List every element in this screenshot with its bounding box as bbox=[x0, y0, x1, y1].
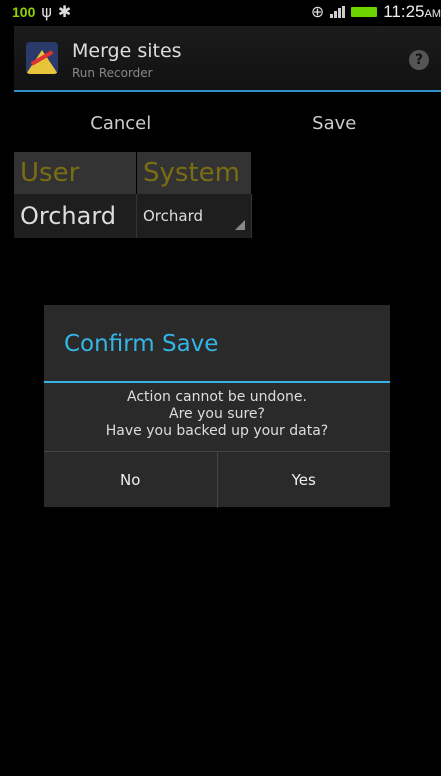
table-row: Orchard Orchard bbox=[14, 194, 252, 238]
app-logo-icon[interactable] bbox=[26, 42, 58, 74]
dialog-message-line: Have you backed up your data? bbox=[105, 423, 329, 439]
spinner-arrow-icon bbox=[235, 220, 245, 230]
help-icon[interactable]: ? bbox=[409, 50, 429, 70]
status-bar: 100 ψ ✱ ⊕ 11:25AM bbox=[0, 0, 441, 26]
yes-button[interactable]: Yes bbox=[218, 452, 391, 508]
confirm-dialog: Confirm Save Action cannot be undone. Ar… bbox=[44, 305, 390, 508]
table-header-row: User System bbox=[14, 152, 252, 194]
dialog-message: Action cannot be undone. Are you sure? H… bbox=[44, 389, 390, 440]
sync-icon: ⊕ bbox=[310, 2, 325, 21]
app-subtitle: Run Recorder bbox=[72, 66, 153, 80]
dialog-buttons: No Yes bbox=[44, 451, 390, 508]
battery-icon bbox=[351, 7, 378, 17]
status-right-icons: ⊕ 11:25AM bbox=[311, 2, 441, 22]
status-left-icons: 100 ψ ✱ bbox=[12, 3, 71, 21]
clock-time: 11:25 bbox=[383, 2, 425, 21]
debug-icon: ✱ bbox=[57, 2, 72, 21]
battery-percent: 100 bbox=[12, 4, 36, 20]
page-title: Merge sites bbox=[72, 40, 182, 62]
header-user: User bbox=[14, 152, 137, 194]
dialog-message-line: Are you sure? bbox=[169, 406, 265, 422]
dialog-divider bbox=[44, 381, 390, 383]
system-spinner[interactable]: Orchard bbox=[137, 194, 252, 238]
action-bar: Merge sites Run Recorder ? bbox=[14, 26, 441, 92]
header-system: System bbox=[137, 152, 252, 194]
cell-user: Orchard bbox=[14, 194, 137, 238]
clock-ampm: AM bbox=[424, 8, 441, 20]
action-buttons: Cancel Save bbox=[14, 96, 441, 152]
dialog-title: Confirm Save bbox=[64, 331, 219, 357]
signal-icon bbox=[330, 6, 346, 18]
cancel-button[interactable]: Cancel bbox=[14, 96, 228, 152]
no-button[interactable]: No bbox=[44, 452, 218, 508]
clock: 11:25AM bbox=[383, 2, 441, 22]
save-button[interactable]: Save bbox=[228, 96, 441, 152]
dialog-message-line: Action cannot be undone. bbox=[127, 389, 307, 405]
spinner-value: Orchard bbox=[143, 207, 204, 225]
usb-icon: ψ bbox=[41, 2, 52, 21]
merge-table: User System Orchard Orchard bbox=[14, 152, 252, 238]
